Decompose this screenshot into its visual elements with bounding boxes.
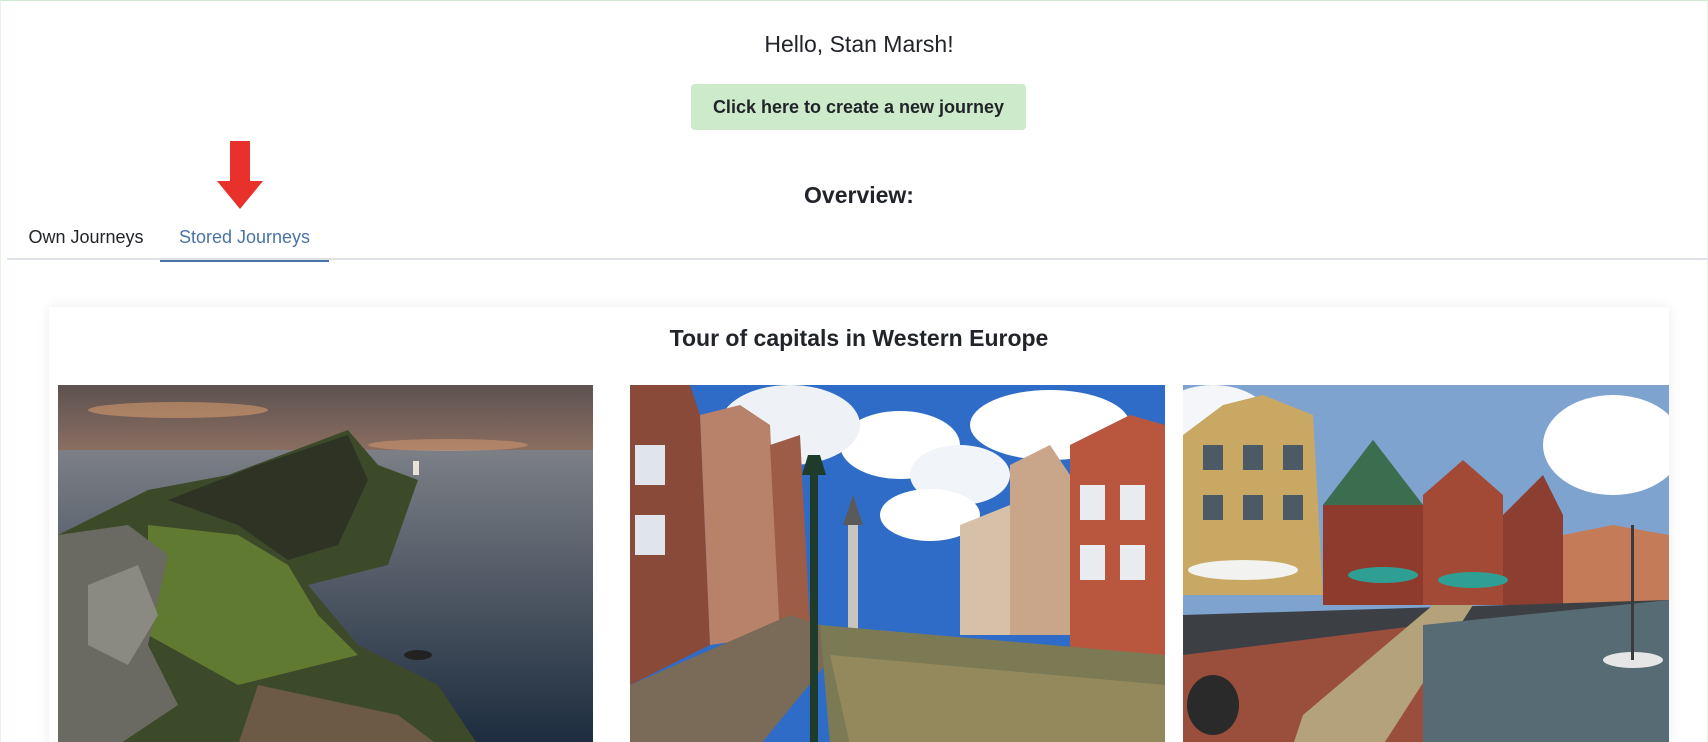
page: Hello, Stan Marsh! Click here to create …	[0, 0, 1708, 742]
red-down-arrow-icon	[217, 141, 263, 209]
journey-card[interactable]: Tour of capitals in Western Europe	[49, 307, 1669, 742]
coastal-cliff-photo[interactable]	[58, 385, 593, 742]
tab-stored-journeys[interactable]: Stored Journeys	[160, 215, 329, 262]
tab-own-journeys[interactable]: Own Journeys	[13, 215, 159, 260]
greeting-text: Hello, Stan Marsh!	[764, 31, 954, 57]
canal-street-photo[interactable]	[630, 385, 1165, 742]
half-timbered-harbor-photo[interactable]	[1183, 385, 1669, 742]
create-journey-button[interactable]: Click here to create a new journey	[691, 84, 1026, 130]
journey-card-title: Tour of capitals in Western Europe	[669, 325, 1049, 351]
journey-tabs: Own Journeys Stored Journeys	[7, 215, 1708, 262]
